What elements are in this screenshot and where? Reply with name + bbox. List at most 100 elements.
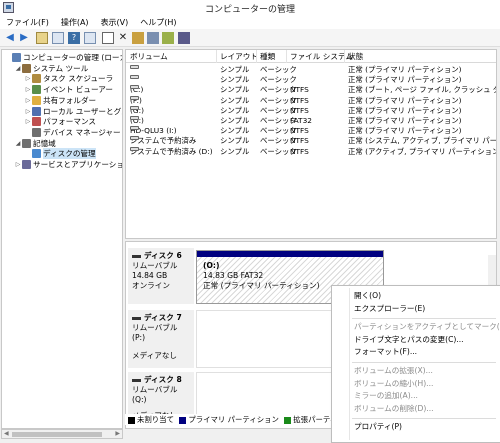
expand-toggle-icon[interactable]: ▷ bbox=[24, 95, 32, 106]
legend: 未割り当て プライマリ パーティション 拡張パーティション bbox=[125, 414, 372, 425]
context-menu-item[interactable]: エクスプローラー(E) bbox=[354, 304, 425, 314]
tree-item-label: イベント ビューアー bbox=[43, 85, 113, 95]
table-cell: NTFS bbox=[290, 146, 309, 156]
context-menu-item[interactable]: プロパティ(P) bbox=[354, 422, 402, 432]
table-row[interactable]: シンプル ベーシック 正常 (プライマリ パーティション) bbox=[126, 75, 496, 85]
table-cell: 正常 (アクティブ, プライマリ パーティション) bbox=[348, 146, 497, 156]
delete-x-icon[interactable]: ✕ bbox=[117, 32, 129, 44]
column-volume[interactable]: ボリューム bbox=[130, 51, 168, 62]
table-cell: シンプル bbox=[220, 85, 250, 95]
help-icon[interactable]: ? bbox=[68, 32, 80, 44]
users-icon bbox=[32, 106, 41, 116]
back-arrow-icon[interactable]: ◀ bbox=[4, 32, 16, 44]
tree-item[interactable]: ▷ サービスとアプリケーション bbox=[14, 159, 122, 170]
tree-item-label: デバイス マネージャー bbox=[43, 127, 121, 137]
details-view-icon[interactable] bbox=[84, 32, 96, 44]
disk-tool-icon[interactable] bbox=[147, 32, 159, 44]
context-menu-item[interactable]: 開く(O) bbox=[354, 291, 381, 301]
table-cell: シンプル bbox=[220, 146, 250, 156]
expand-toggle-icon[interactable]: ▷ bbox=[24, 116, 32, 127]
table-cell: 正常 (プライマリ パーティション) bbox=[348, 105, 462, 115]
properties-icon[interactable] bbox=[132, 32, 144, 44]
device-icon bbox=[32, 127, 41, 137]
menu-view[interactable]: 表示(V) bbox=[95, 16, 135, 29]
menu-file[interactable]: ファイル(F) bbox=[0, 16, 55, 29]
table-row[interactable]: システムで予約済み シンプル ベーシック NTFS 正常 (システム, アクティブ, プ… bbox=[126, 136, 497, 146]
table-row[interactable]: HD-QLU3 (I:) シンプル ベーシック NTFS 正常 (プライマリ パーティシ… bbox=[126, 126, 496, 136]
show-tree-icon[interactable] bbox=[52, 32, 64, 44]
tree-item[interactable]: ◢ システム ツール bbox=[14, 63, 88, 74]
table-cell: NTFS bbox=[290, 136, 309, 146]
table-cell: 正常 (プライマリ パーティション) bbox=[348, 126, 462, 136]
table-row[interactable]: (G:) シンプル ベーシック NTFS 正常 (プライマリ パーティション) bbox=[126, 105, 496, 116]
context-menu-item[interactable]: ドライブ文字とパスの変更(C)... bbox=[354, 335, 464, 345]
expand-toggle-icon[interactable]: ▷ bbox=[24, 73, 32, 84]
volume-icon bbox=[130, 116, 139, 120]
tree-item[interactable]: ▷ ローカル ユーザーとグループ bbox=[24, 106, 122, 117]
tree-item[interactable]: ▷ タスク スケジューラ bbox=[24, 73, 113, 84]
table-cell: 正常 (プライマリ パーティション) bbox=[348, 116, 462, 125]
table-row[interactable]: シンプル ベーシック 正常 (プライマリ パーティション) bbox=[126, 65, 496, 75]
event-icon bbox=[32, 85, 41, 95]
table-row[interactable]: (C:) シンプル ベーシック NTFS 正常 (ブート, ページ ファイル, クラッシ… bbox=[126, 85, 496, 95]
expand-toggle-icon[interactable]: ◢ bbox=[14, 63, 22, 74]
table-row[interactable]: システムで予約済み (D:) シンプル ベーシック NTFS 正常 (アクティブ, プラ… bbox=[126, 146, 497, 157]
document-icon[interactable] bbox=[102, 32, 114, 44]
tree-item-label: 記憶域 bbox=[33, 138, 56, 148]
table-cell: NTFS bbox=[290, 95, 309, 105]
table-cell: NTFS bbox=[290, 126, 309, 136]
tree-item-label: コンピューターの管理 (ローカル) bbox=[23, 53, 122, 62]
tree-item-label: ディスクの管理 bbox=[43, 148, 96, 160]
expand-toggle-icon[interactable]: ◢ bbox=[14, 138, 22, 149]
disk-8-label[interactable]: ディスク 8 リムーバブル (Q:) メディアなし bbox=[128, 372, 194, 420]
tree-item[interactable]: ▷ パフォーマンス bbox=[24, 116, 96, 127]
disk-settings-icon[interactable] bbox=[178, 32, 190, 44]
tree-horizontal-scrollbar[interactable]: ◀ ▶ bbox=[1, 429, 123, 439]
volume-list: ボリューム レイアウト 種類 ファイル システム 状態 シンプル ベーシック 正常 … bbox=[125, 49, 497, 239]
table-row[interactable]: (F:) シンプル ベーシック NTFS 正常 (プライマリ パーティション) bbox=[126, 95, 496, 106]
context-menu-item: ボリュームの拡張(X)... bbox=[354, 366, 433, 375]
table-cell: シンプル bbox=[220, 75, 250, 85]
column-type[interactable]: 種類 bbox=[260, 51, 275, 62]
volume-icon bbox=[130, 95, 139, 100]
table-cell: FAT32 bbox=[290, 116, 312, 125]
menu-separator bbox=[352, 362, 496, 363]
menu-action[interactable]: 操作(A) bbox=[55, 16, 95, 29]
tree-item-label: タスク スケジューラ bbox=[43, 74, 114, 84]
search-disk-icon[interactable] bbox=[162, 32, 174, 44]
forward-arrow-icon[interactable]: ▶ bbox=[18, 32, 30, 44]
scroll-left-icon[interactable]: ◀ bbox=[4, 430, 9, 437]
menu-help[interactable]: ヘルプ(H) bbox=[134, 16, 182, 29]
up-folder-icon[interactable] bbox=[36, 32, 48, 44]
volume-list-header: ボリューム レイアウト 種類 ファイル システム 状態 bbox=[126, 50, 496, 63]
table-cell: 正常 (プライマリ パーティション) bbox=[348, 75, 462, 85]
table-cell: 正常 (システム, アクティブ, プライマリ パーティション) bbox=[348, 136, 497, 146]
expand-toggle-icon[interactable]: ▷ bbox=[24, 106, 32, 117]
disk-6-label[interactable]: ディスク 6 リムーバブル 14.84 GB オンライン bbox=[128, 248, 194, 304]
tree-item-label: ローカル ユーザーとグループ bbox=[43, 106, 122, 116]
context-menu-item[interactable]: フォーマット(F)... bbox=[354, 347, 417, 357]
volume-icon bbox=[130, 146, 139, 151]
disk-icon bbox=[132, 254, 141, 258]
table-cell: シンプル bbox=[220, 105, 250, 115]
tree-item[interactable]: ディスクの管理 bbox=[24, 148, 96, 160]
scroll-right-icon[interactable]: ▶ bbox=[115, 430, 120, 437]
expand-toggle-icon[interactable]: ▷ bbox=[14, 159, 22, 170]
tree-item[interactable]: ▷ イベント ビューアー bbox=[24, 84, 113, 95]
tree-item[interactable]: ▷ 共有フォルダー bbox=[24, 95, 96, 106]
volume-icon bbox=[130, 105, 139, 110]
volume-cell: (G:) bbox=[130, 105, 144, 115]
legend-unallocated: 未割り当て bbox=[137, 415, 174, 424]
disk-7-label[interactable]: ディスク 7 リムーバブル (P:) メディアなし bbox=[128, 310, 194, 368]
column-layout[interactable]: レイアウト bbox=[220, 51, 258, 62]
menu-separator bbox=[352, 318, 496, 320]
column-status[interactable]: 状態 bbox=[348, 51, 363, 62]
scrollbar-thumb[interactable] bbox=[12, 432, 102, 437]
tree-item[interactable]: コンピューターの管理 (ローカル) bbox=[4, 52, 122, 63]
legend-extended-swatch bbox=[284, 416, 292, 424]
tree-item[interactable]: ◢ 記憶域 bbox=[14, 138, 56, 149]
computer-management-window: コンピューターの管理 ファイル(F) 操作(A) 表示(V) ヘルプ(H) ◀ … bbox=[0, 0, 500, 443]
tree-item[interactable]: デバイス マネージャー bbox=[24, 127, 121, 138]
table-row[interactable]: (O:) シンプル ベーシック FAT32 正常 (プライマリ パーティション) bbox=[126, 116, 496, 126]
expand-toggle-icon[interactable]: ▷ bbox=[24, 84, 32, 95]
